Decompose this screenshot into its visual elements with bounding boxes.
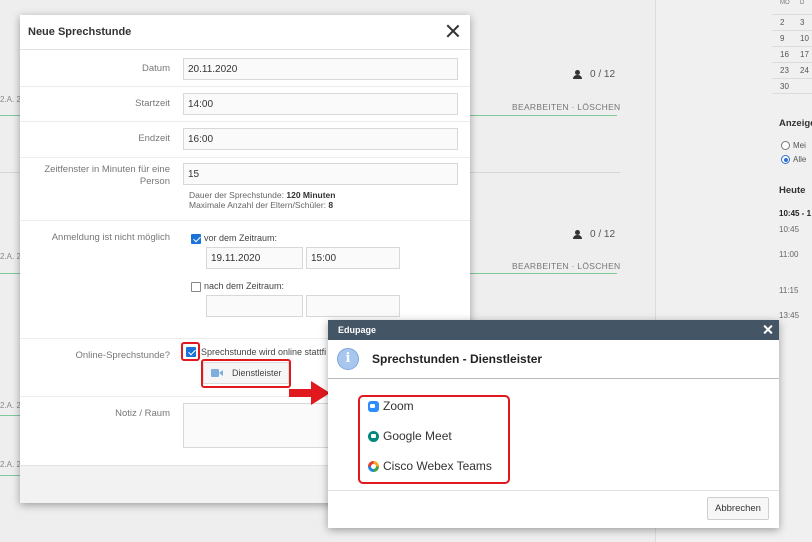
calendar-day[interactable]: 2 [772, 15, 792, 30]
note-label: Notiz / Raum [115, 408, 170, 419]
divider [20, 86, 470, 87]
hint-value: 120 Minuten [286, 190, 336, 200]
radio-label: Alle [793, 155, 807, 164]
date-label: Datum [142, 63, 170, 74]
popup-titlebar-text: Edupage [338, 325, 377, 335]
mini-calendar: MO D 2 3 9 10 16 17 23 24 30 [772, 0, 812, 94]
calendar-day[interactable]: 10 [792, 31, 812, 46]
calendar-week: 9 10 [772, 30, 812, 46]
highlight-box [358, 395, 510, 484]
weekday-label: MO [780, 0, 790, 6]
row-label: 2.A. 2 [0, 401, 21, 410]
before-date-input[interactable]: 19.11.2020 [206, 247, 303, 269]
calendar-day[interactable] [792, 79, 812, 93]
dialog-header: Neue Sprechstunde [20, 15, 470, 50]
calendar-week: 30 [772, 78, 812, 94]
radio-button[interactable] [781, 155, 790, 164]
time-slot: 11:00 [779, 250, 799, 259]
weekday-label: D [800, 0, 805, 6]
appointment-actions[interactable]: BEARBEITEN · LÖSCHEN [512, 102, 621, 112]
radio-option-all[interactable]: Alle [781, 155, 806, 164]
appointment-actions[interactable]: BEARBEITEN · LÖSCHEN [512, 261, 621, 271]
calendar-day[interactable]: 30 [772, 79, 792, 93]
before-period-checkbox[interactable] [191, 234, 201, 244]
participant-count: 0 / 12 [573, 229, 615, 240]
time-slot: 13:45 [779, 311, 800, 320]
after-period-checkbox[interactable] [191, 282, 201, 292]
service-provider-popup: Edupage i Sprechstunden - Dienstleister … [328, 320, 779, 528]
end-time-label: Endzeit [138, 133, 170, 144]
highlight-box [201, 359, 291, 388]
online-checkbox-label: Sprechstunde wird online stattfi [201, 347, 327, 357]
time-window-label: Zeitfenster in Minuten für eine Person [44, 164, 170, 187]
close-icon[interactable] [762, 324, 773, 335]
count-value: 0 / 12 [590, 229, 616, 240]
hint-label: Maximale Anzahl der Eltern/Schüler: [189, 200, 327, 210]
after-time-input[interactable] [306, 295, 400, 317]
start-time-label: Startzeit [135, 98, 170, 109]
show-label: Anzeige [779, 118, 812, 129]
calendar-week: 16 17 [772, 46, 812, 62]
time-window-input[interactable]: 15 [183, 163, 458, 185]
popup-titlebar: Edupage [328, 320, 779, 340]
person-icon [573, 230, 582, 239]
popup-heading: Sprechstunden - Dienstleister [372, 352, 543, 366]
person-icon [573, 70, 582, 79]
divider [20, 121, 470, 122]
calendar-day[interactable]: 16 [772, 47, 792, 62]
duration-hint: Dauer der Sprechstunde: 120 Minuten [189, 190, 335, 200]
today-label: Heute [779, 185, 806, 196]
info-icon: i [337, 348, 359, 370]
popup-header: i Sprechstunden - Dienstleister [328, 340, 779, 379]
radio-option-mine[interactable]: Mei [781, 141, 806, 150]
calendar-day[interactable]: 9 [772, 31, 792, 46]
divider [20, 220, 470, 221]
calendar-week: 2 3 [772, 14, 812, 30]
online-label: Online-Sprechstunde? [75, 350, 170, 361]
row-label: 2.A. 2 [0, 252, 21, 261]
calendar-day[interactable]: 23 [772, 63, 792, 78]
max-participants-hint: Maximale Anzahl der Eltern/Schüler: 8 [189, 200, 333, 210]
participant-count: 0 / 12 [573, 69, 615, 80]
divider [328, 490, 779, 491]
hint-value: 8 [328, 200, 334, 210]
cancel-button[interactable]: Abbrechen [707, 497, 769, 520]
hint-label: Dauer der Sprechstunde: [189, 190, 284, 200]
calendar-week: 23 24 [772, 62, 812, 78]
row-label: 2.A. 2 [0, 460, 21, 469]
pointer-arrow-icon [289, 381, 330, 405]
today-range: 10:45 - 1 [779, 209, 812, 218]
dialog-title: Neue Sprechstunde [28, 26, 132, 38]
close-icon[interactable] [446, 24, 460, 38]
before-time-input[interactable]: 15:00 [306, 247, 400, 269]
calendar-header: MO D [772, 0, 812, 14]
calendar-day[interactable]: 17 [792, 47, 812, 62]
date-input[interactable]: 20.11.2020 [183, 58, 458, 80]
end-time-input[interactable]: 16:00 [183, 128, 458, 150]
after-period-label: nach dem Zeitraum: [204, 281, 285, 291]
calendar-day[interactable]: 24 [792, 63, 812, 78]
calendar-day[interactable]: 3 [792, 15, 812, 30]
time-slot: 11:15 [779, 286, 799, 295]
before-period-label: vor dem Zeitraum: [204, 233, 278, 243]
highlight-box [181, 342, 200, 361]
row-label: 2.A. 2 [0, 95, 21, 104]
divider [20, 157, 470, 158]
registration-label: Anmeldung ist nicht möglich [51, 232, 170, 243]
radio-button[interactable] [781, 141, 790, 150]
count-value: 0 / 12 [590, 69, 616, 80]
after-date-input[interactable] [206, 295, 303, 317]
radio-label: Mei [793, 141, 806, 150]
time-slot: 10:45 [779, 225, 800, 234]
start-time-input[interactable]: 14:00 [183, 93, 458, 115]
